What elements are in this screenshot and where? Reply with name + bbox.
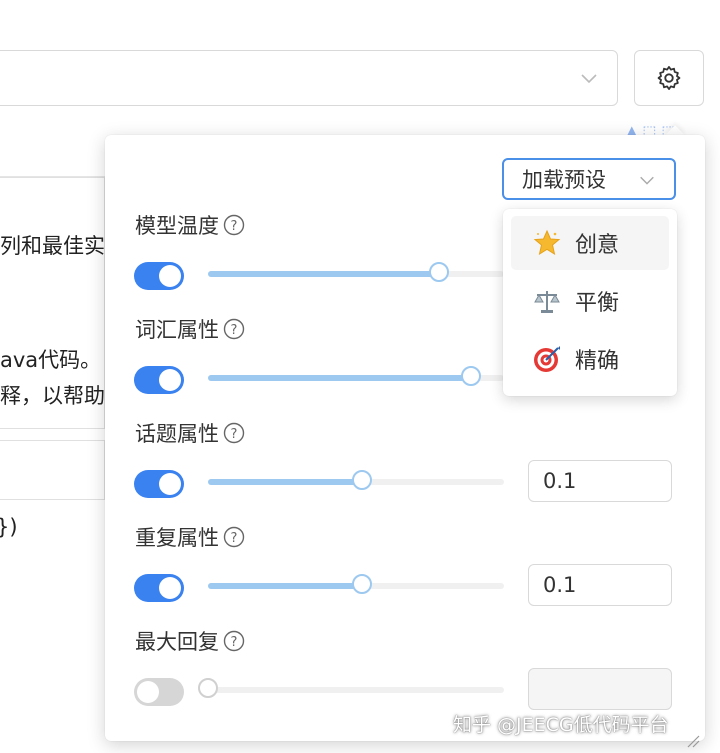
preset-menu: 创意 平衡 精确: [503, 209, 677, 396]
slider-handle[interactable]: [351, 470, 372, 490]
background-text-line: }): [0, 515, 18, 539]
param-label-temperature: 模型温度 ?: [135, 210, 245, 240]
question-circle-icon[interactable]: ?: [223, 318, 245, 340]
max-reply-value-input: [528, 668, 672, 710]
vocabulary-toggle[interactable]: [134, 366, 184, 394]
param-label-max-reply: 最大回复 ?: [135, 626, 245, 656]
preset-option-creative[interactable]: 创意: [511, 216, 669, 270]
max-reply-toggle[interactable]: [134, 678, 184, 706]
preset-option-label: 平衡: [575, 291, 620, 316]
chevron-down-icon: [640, 176, 654, 185]
question-circle-icon[interactable]: ?: [223, 214, 245, 236]
background-text-line: 列和最佳实: [0, 234, 105, 258]
svg-text:?: ?: [231, 427, 238, 442]
param-label-text: 词汇属性: [135, 318, 219, 342]
svg-text:?: ?: [231, 323, 238, 338]
svg-text:?: ?: [231, 531, 238, 546]
question-circle-icon[interactable]: ?: [223, 422, 245, 444]
svg-text:?: ?: [231, 219, 238, 234]
slider-handle[interactable]: [428, 262, 449, 282]
max-reply-slider: [198, 678, 504, 698]
slider-handle: [198, 678, 218, 698]
param-label-text: 重复属性: [135, 526, 219, 550]
settings-button[interactable]: [634, 50, 704, 106]
param-label-text: 模型温度: [135, 214, 219, 238]
load-preset-label: 加载预设: [522, 168, 606, 192]
star-icon: [533, 229, 561, 256]
gear-icon: [657, 66, 681, 90]
background-card: [0, 440, 105, 500]
preset-option-balanced[interactable]: 平衡: [511, 274, 669, 328]
topic-toggle[interactable]: [134, 470, 184, 498]
background-text-line: 释，以帮助: [0, 384, 105, 408]
param-label-text: 最大回复: [135, 630, 219, 654]
preset-option-precise[interactable]: 精确: [511, 332, 669, 386]
param-label-text: 话题属性: [135, 422, 219, 446]
model-select[interactable]: [0, 50, 618, 106]
preset-option-label: 精确: [575, 349, 620, 374]
watermark: 知乎 @JEECG低代码平台: [453, 714, 669, 736]
question-circle-icon[interactable]: ?: [223, 526, 245, 548]
chevron-down-icon: [581, 74, 597, 84]
param-label-topic: 话题属性 ?: [135, 418, 245, 448]
topic-slider[interactable]: [208, 470, 504, 490]
preset-option-label: 创意: [575, 233, 620, 258]
vocabulary-slider[interactable]: [208, 366, 504, 386]
slider-handle[interactable]: [351, 574, 372, 594]
repetition-toggle[interactable]: [134, 574, 184, 602]
load-preset-dropdown[interactable]: 加载预设: [502, 158, 676, 200]
temperature-toggle[interactable]: [134, 262, 184, 290]
repetition-value-input[interactable]: 0.1: [528, 564, 672, 606]
question-circle-icon[interactable]: ?: [223, 630, 245, 652]
background-text-line: ava代码。: [0, 348, 102, 372]
temperature-slider[interactable]: [208, 262, 504, 282]
topic-value-input[interactable]: 0.1: [528, 460, 672, 502]
param-label-repetition: 重复属性 ?: [135, 522, 245, 552]
param-label-vocabulary: 词汇属性 ?: [135, 314, 245, 344]
repetition-slider[interactable]: [208, 574, 504, 594]
svg-text:?: ?: [231, 635, 238, 650]
scale-icon: [534, 291, 560, 313]
target-icon: [534, 346, 560, 372]
resize-handle-icon[interactable]: [686, 734, 700, 748]
